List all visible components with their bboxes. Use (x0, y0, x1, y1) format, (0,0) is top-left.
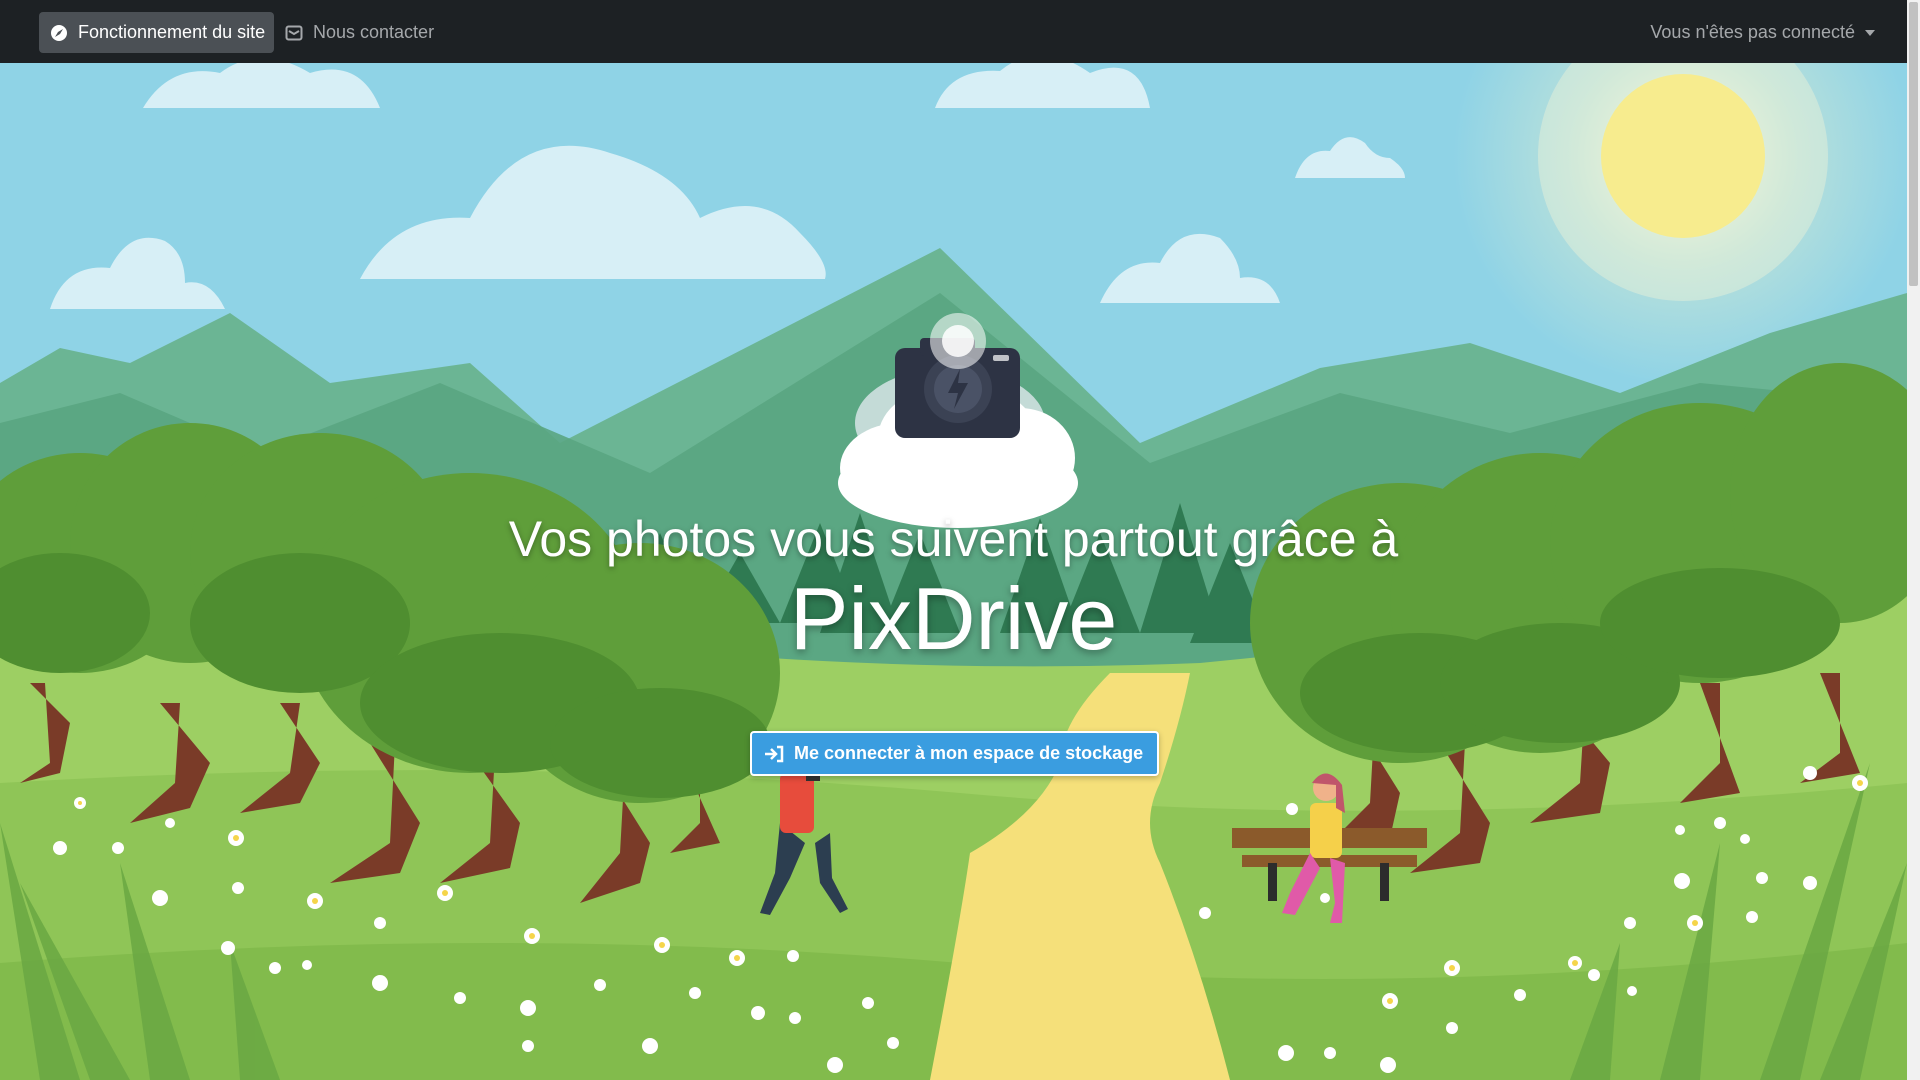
user-menu-label: Vous n'êtes pas connecté (1650, 22, 1855, 42)
login-storage-button[interactable]: Me connecter à mon espace de stockage (750, 731, 1160, 776)
sign-in-icon (764, 745, 784, 763)
caret-down-icon (1865, 29, 1875, 36)
top-navbar: Fonctionnement du site Nous contacter Vo… (0, 0, 1907, 63)
envelope-icon (284, 23, 304, 43)
compass-icon (49, 23, 69, 43)
nav-contact[interactable]: Nous contacter (276, 12, 442, 53)
nav-how-it-works-label: Fonctionnement du site (78, 22, 266, 42)
nav-how-it-works[interactable]: Fonctionnement du site (39, 12, 275, 53)
scrollbar-thumb[interactable] (1909, 2, 1918, 286)
hero-brand-title: PixDrive (789, 569, 1118, 668)
login-storage-button-label: Me connecter à mon espace de stockage (794, 743, 1144, 763)
hero-tagline: Vos photos vous suivent partout grâce à (508, 511, 1399, 567)
nav-contact-label: Nous contacter (313, 22, 435, 42)
user-menu-dropdown[interactable]: Vous n'êtes pas connecté (1646, 12, 1879, 53)
vertical-scrollbar[interactable] (1907, 0, 1920, 1080)
